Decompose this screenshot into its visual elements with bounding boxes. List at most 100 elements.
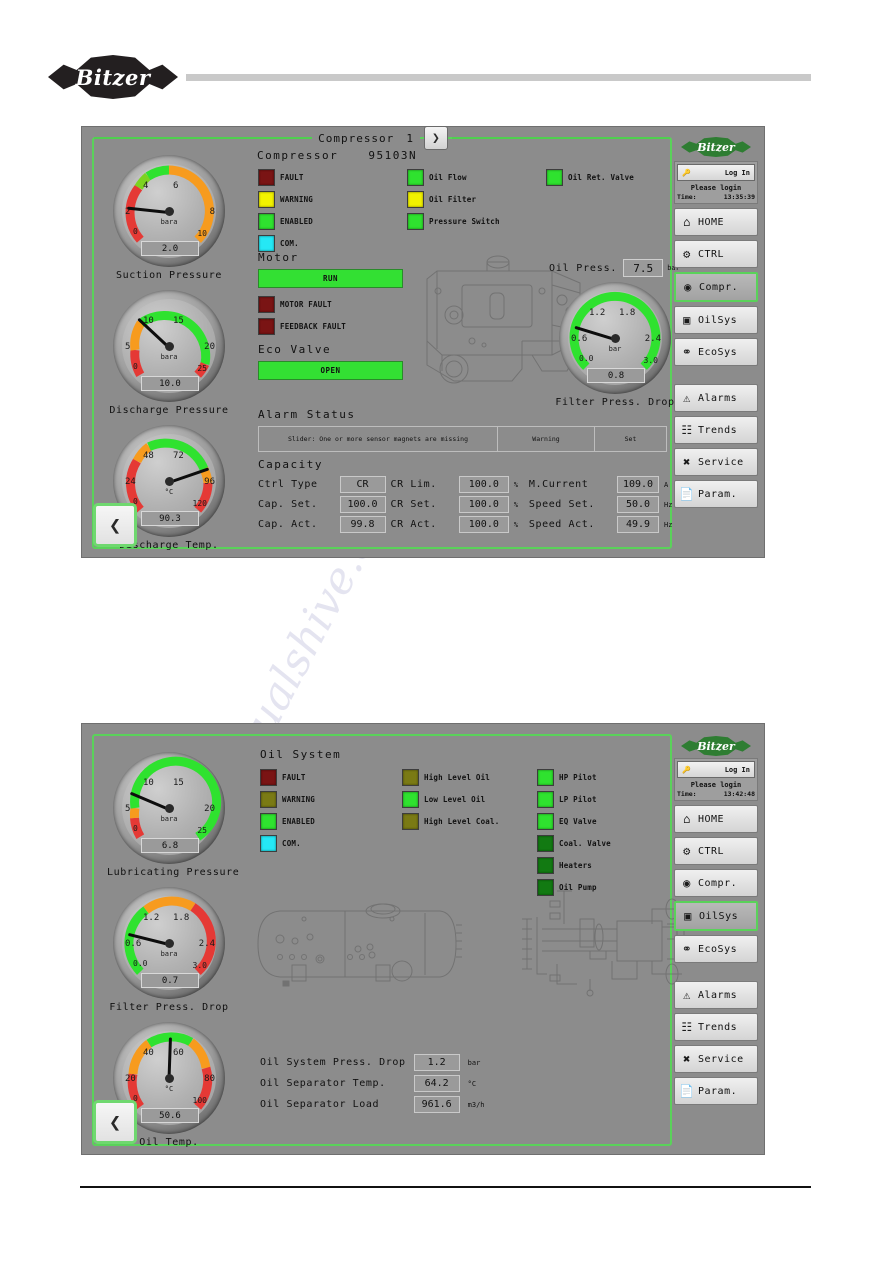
gauge-hub bbox=[165, 342, 174, 351]
lamp-indicator bbox=[407, 191, 424, 208]
sidebar-item-ctrl[interactable]: ⚙ CTRL bbox=[674, 837, 758, 865]
motor-run-button[interactable]: RUN bbox=[258, 269, 403, 288]
sidebar-item-compressor[interactable]: ◉ Compr. bbox=[674, 272, 758, 302]
gauge-dial: 10 15 5 20 bara 0 25 6.8 bbox=[113, 752, 225, 864]
capacity-value-field[interactable]: 100.0 bbox=[458, 476, 509, 493]
status-lamp-item: High Level Coal. bbox=[402, 813, 499, 830]
lamp-label: Low Level Oil bbox=[424, 795, 486, 804]
capacity-value-field[interactable]: CR bbox=[339, 476, 386, 493]
logo-wordmark: Bitzer bbox=[75, 64, 151, 90]
capacity-value-field[interactable]: 100.0 bbox=[458, 516, 509, 533]
capacity-value-field[interactable]: 100.0 bbox=[339, 496, 386, 513]
bitzer-logo: Bitzer bbox=[48, 55, 178, 99]
sidebar-item-home[interactable]: ⌂ HOME bbox=[674, 208, 758, 236]
capacity-row-label: Cap. Act. bbox=[258, 519, 318, 530]
lamp-label: FEEDBACK FAULT bbox=[280, 322, 347, 331]
lamp-label: Coal. Valve bbox=[559, 839, 611, 848]
capacity-value-field[interactable]: 100.0 bbox=[458, 496, 509, 513]
gauge-tick-3: 5 bbox=[125, 804, 131, 814]
back-button[interactable]: ❮ bbox=[93, 503, 137, 547]
lamp-indicator bbox=[546, 169, 563, 186]
back-button[interactable]: ❮ bbox=[93, 1100, 137, 1144]
gauge-tick-4: 8 bbox=[209, 207, 215, 217]
sidebar-item-label: Trends bbox=[698, 1021, 738, 1033]
sidebar-divider-gap bbox=[674, 963, 758, 977]
alarm-severity: Warning bbox=[498, 427, 595, 451]
gauge-hub bbox=[611, 334, 620, 343]
gauge-readout: 0.7 bbox=[141, 973, 199, 988]
login-button[interactable]: 🔑 Log In bbox=[677, 761, 755, 778]
capacity-row-label: CR Set. bbox=[390, 499, 437, 510]
gauge-unit: °C bbox=[164, 1085, 174, 1093]
gauge-dial: 1.2 1.8 0.6 2.4 bara 0.0 3.0 0.7 bbox=[113, 887, 225, 999]
capacity-value-field[interactable]: 49.9 bbox=[617, 516, 659, 533]
next-compressor-button[interactable]: ❯ bbox=[423, 126, 448, 150]
gauge-tick-4: 80 bbox=[204, 1074, 215, 1084]
sidebar-item-label: Service bbox=[698, 1053, 744, 1065]
time-value: 13:35:39 bbox=[723, 193, 755, 201]
login-button[interactable]: 🔑 Log In bbox=[677, 164, 755, 181]
login-button-label: Log In bbox=[724, 168, 750, 177]
status-lamp-item: FAULT bbox=[258, 169, 313, 186]
status-lamp-item: EQ Valve bbox=[537, 813, 611, 830]
lamp-label: WARNING bbox=[282, 795, 316, 804]
document-icon: 📄 bbox=[679, 1084, 695, 1098]
sidebar-item-trends[interactable]: ☷ Trends bbox=[674, 1013, 758, 1041]
sidebar-item-label: CTRL bbox=[698, 845, 725, 857]
sidebar-item-service[interactable]: ✖ Service bbox=[674, 1045, 758, 1073]
sidebar-item-oilsys[interactable]: ▣ OilSys bbox=[674, 901, 758, 931]
compressor-icon: ◉ bbox=[684, 280, 692, 294]
sidebar-item-service[interactable]: ✖ Service bbox=[674, 448, 758, 476]
capacity-value-field[interactable]: 50.0 bbox=[617, 496, 659, 513]
gauge-suction-pressure: 4 6 2 8 bara 0 10 2.0 Suction Pressure bbox=[107, 155, 231, 281]
status-lamp-item: Oil Flow bbox=[407, 169, 500, 186]
panel1-sidebar: Bitzer 🔑 Log In Please login Time: 13:35… bbox=[674, 135, 758, 549]
login-box: 🔑 Log In Please login Time: 13:42:48 bbox=[674, 758, 758, 801]
lamp-indicator bbox=[260, 835, 277, 852]
machine-title-label: Compressor bbox=[257, 149, 339, 162]
lamp-indicator bbox=[537, 813, 554, 830]
gauge-tick-2: 72 bbox=[173, 451, 184, 461]
panel2-sidebar: 🔑 Log In Please login Time: 13:42:48 ⌂ H… bbox=[674, 758, 758, 1146]
oil-system-title: Oil System bbox=[260, 748, 342, 761]
warning-triangle-icon: ⚠ bbox=[683, 988, 691, 1002]
time-label: Time: bbox=[677, 193, 697, 201]
lamp-label: Oil Filter bbox=[429, 195, 477, 204]
oil-readout-unit: bar bbox=[467, 1058, 481, 1067]
gauge-min: 0 bbox=[133, 227, 138, 236]
gauge-hub bbox=[165, 939, 174, 948]
gauge-tick-1: 1.2 bbox=[589, 308, 606, 318]
sidebar-item-oilsys[interactable]: ▣ OilSys bbox=[674, 306, 758, 334]
sidebar-item-alarms[interactable]: ⚠ Alarms bbox=[674, 981, 758, 1009]
capacity-row-label: Speed Act. bbox=[528, 519, 596, 530]
sidebar-item-ecosys[interactable]: ⚭ EcoSys bbox=[674, 338, 758, 366]
eco-valve-state-button[interactable]: OPEN bbox=[258, 361, 403, 380]
machine-model: 95103N bbox=[368, 149, 418, 162]
gauge-tick-2: 1.8 bbox=[619, 308, 636, 318]
lamp-label: WARNING bbox=[280, 195, 314, 204]
alarm-set-button[interactable]: Set bbox=[595, 427, 666, 451]
sidebar-item-home[interactable]: ⌂ HOME bbox=[674, 805, 758, 833]
oil-readout-value: 961.6 bbox=[413, 1096, 460, 1113]
sidebar-item-label: OilSys bbox=[698, 314, 738, 326]
capacity-value-field[interactable]: 109.0 bbox=[617, 476, 659, 493]
eco-valve-title: Eco Valve bbox=[258, 343, 332, 356]
status-lamp-group-right: Oil Ret. Valve bbox=[546, 169, 634, 191]
sidebar-item-ecosys[interactable]: ⚭ EcoSys bbox=[674, 935, 758, 963]
sidebar-item-trends[interactable]: ☷ Trends bbox=[674, 416, 758, 444]
gauge-max-value: 3.0 bbox=[643, 356, 658, 365]
sidebar-item-alarms[interactable]: ⚠ Alarms bbox=[674, 384, 758, 412]
lamp-label: ENABLED bbox=[282, 817, 316, 826]
sidebar-item-compressor[interactable]: ◉ Compr. bbox=[674, 869, 758, 897]
status-lamp-item: Oil Ret. Valve bbox=[546, 169, 634, 186]
sidebar-bitzer-logo: Bitzer bbox=[681, 137, 751, 157]
capacity-value-field[interactable]: 99.8 bbox=[339, 516, 386, 533]
sidebar-item-param[interactable]: 📄 Param. bbox=[674, 1077, 758, 1105]
lamp-indicator bbox=[260, 791, 277, 808]
sidebar-item-param[interactable]: 📄 Param. bbox=[674, 480, 758, 508]
capacity-unit: % bbox=[513, 520, 519, 529]
gauge-tick-1: 4 bbox=[143, 181, 149, 191]
gauge-min: 0.0 bbox=[579, 354, 594, 363]
sidebar-item-ctrl[interactable]: ⚙ CTRL bbox=[674, 240, 758, 268]
eco-valve-section: Eco Valve OPEN bbox=[258, 343, 403, 380]
